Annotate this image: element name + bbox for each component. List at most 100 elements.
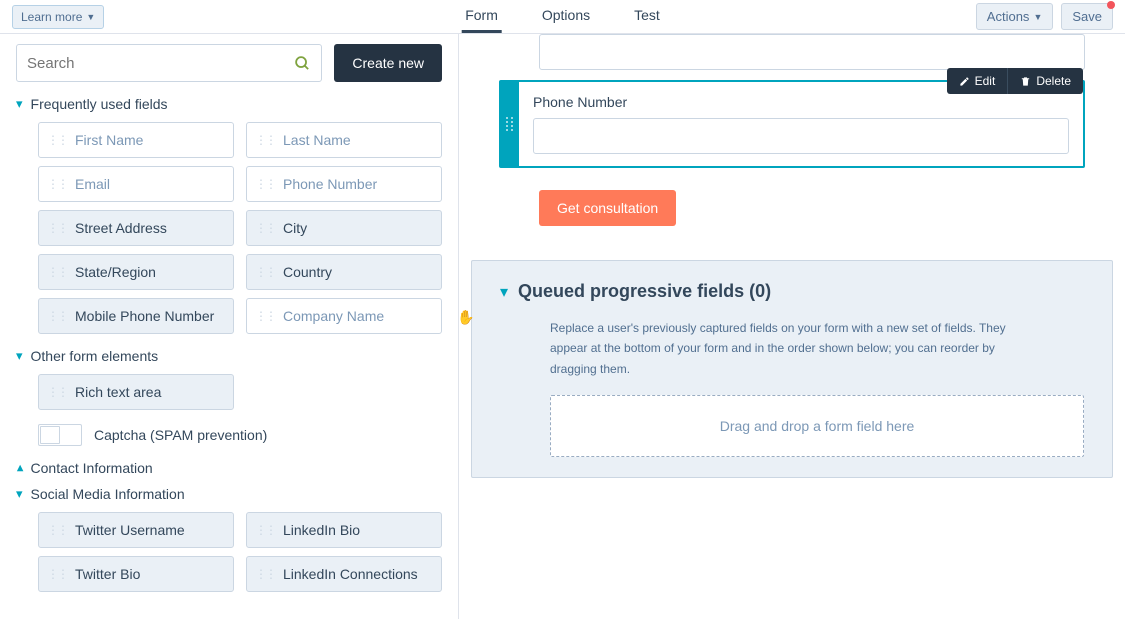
field-chip[interactable]: ⋮⋮First Name bbox=[38, 122, 234, 158]
field-chip[interactable]: ⋮⋮ Twitter Bio bbox=[38, 556, 234, 592]
field-chip-label: Company Name bbox=[283, 308, 384, 324]
field-chip-label: Email bbox=[75, 176, 110, 192]
search-input[interactable] bbox=[27, 55, 294, 72]
field-chip[interactable]: ⋮⋮ State/Region bbox=[38, 254, 234, 290]
create-new-label: Create new bbox=[352, 55, 424, 71]
section-contact-title: Contact Information bbox=[31, 460, 153, 476]
chevron-down-icon: ▾ bbox=[16, 348, 23, 364]
field-chip-label: State/Region bbox=[75, 264, 156, 280]
pencil-icon bbox=[959, 76, 970, 87]
field-chip-label: Twitter Bio bbox=[75, 566, 140, 582]
field-chip-label: LinkedIn Bio bbox=[283, 522, 360, 538]
drag-handle-icon: ⋮⋮ bbox=[47, 265, 67, 279]
actions-label: Actions bbox=[987, 9, 1030, 24]
save-button[interactable]: Save bbox=[1061, 3, 1113, 30]
field-chip[interactable]: ⋮⋮ LinkedIn Bio bbox=[246, 512, 442, 548]
field-chip-label: Mobile Phone Number bbox=[75, 308, 214, 324]
chevron-down-icon: ▾ bbox=[500, 282, 508, 302]
field-chip-label: City bbox=[283, 220, 307, 236]
toggle-knob bbox=[40, 426, 60, 444]
create-new-button[interactable]: Create new bbox=[334, 44, 442, 82]
section-frequent-toggle[interactable]: ▾ Frequently used fields bbox=[16, 96, 442, 112]
submit-button[interactable]: Get consultation bbox=[539, 190, 676, 226]
field-chip[interactable]: ⋮⋮Rich text area bbox=[38, 374, 234, 410]
queued-header[interactable]: ▾ Queued progressive fields (0) bbox=[500, 281, 1084, 302]
drag-handle-icon: ⋮⋮ bbox=[255, 567, 275, 581]
captcha-row: Captcha (SPAM prevention) bbox=[16, 424, 442, 446]
other-fields-grid: ⋮⋮Rich text area bbox=[16, 374, 442, 410]
field-actions: Edit Delete bbox=[947, 68, 1083, 94]
section-frequent-title: Frequently used fields bbox=[31, 96, 168, 112]
field-chip[interactable]: ⋮⋮Last Name bbox=[246, 122, 442, 158]
drag-handle-icon: ⋮⋮ bbox=[255, 265, 275, 279]
trash-icon bbox=[1020, 76, 1031, 87]
chevron-down-icon: ▾ bbox=[16, 486, 23, 502]
delete-label: Delete bbox=[1036, 74, 1071, 88]
tab-options-label: Options bbox=[542, 7, 590, 23]
search-icon bbox=[294, 55, 311, 72]
section-contact-toggle[interactable]: ▸ Contact Information bbox=[16, 460, 442, 476]
field-chip-label: Country bbox=[283, 264, 332, 280]
save-label: Save bbox=[1072, 9, 1102, 24]
queued-title: Queued progressive fields (0) bbox=[518, 281, 771, 302]
drag-handle-icon: ⋮⋮ bbox=[47, 523, 67, 537]
field-chip-label: LinkedIn Connections bbox=[283, 566, 418, 582]
chevron-right-icon: ▸ bbox=[11, 465, 27, 472]
queued-progressive-panel: ▾ Queued progressive fields (0) Replace … bbox=[471, 260, 1113, 478]
previous-form-input[interactable] bbox=[539, 34, 1085, 70]
field-chip[interactable]: ⋮⋮ Email bbox=[38, 166, 234, 202]
field-chip[interactable]: ⋮⋮ City bbox=[246, 210, 442, 246]
field-chip[interactable]: ⋮⋮ Twitter Username bbox=[38, 512, 234, 548]
field-chip[interactable]: ⋮⋮Street Address bbox=[38, 210, 234, 246]
dropzone-label: Drag and drop a form field here bbox=[720, 418, 915, 434]
drag-handle-icon[interactable] bbox=[501, 82, 519, 166]
edit-label: Edit bbox=[975, 74, 996, 88]
field-chip[interactable]: ⋮⋮ Phone Number bbox=[246, 166, 442, 202]
field-chip-label: Twitter Username bbox=[75, 522, 185, 538]
caret-down-icon: ▼ bbox=[86, 12, 95, 22]
search-input-wrap[interactable] bbox=[16, 44, 322, 82]
social-fields-grid: ⋮⋮ Twitter Username ⋮⋮ LinkedIn Bio ⋮⋮ Twitte… bbox=[16, 512, 442, 592]
field-chip[interactable]: ⋮⋮ LinkedIn Connections bbox=[246, 556, 442, 592]
drag-handle-icon: ⋮⋮ bbox=[47, 177, 67, 191]
learn-more-button[interactable]: Learn more ▼ bbox=[12, 5, 104, 29]
form-field-phone[interactable]: Edit Delete Phone Number bbox=[499, 80, 1085, 168]
field-chip[interactable]: ⋮⋮ Country bbox=[246, 254, 442, 290]
delete-field-button[interactable]: Delete bbox=[1008, 68, 1083, 94]
field-chip[interactable]: ⋮⋮Company Name bbox=[246, 298, 442, 334]
top-bar: Learn more ▼ Form Options Test Actions ▼… bbox=[0, 0, 1125, 34]
tab-test-label: Test bbox=[634, 7, 660, 23]
section-other-toggle[interactable]: ▾ Other form elements bbox=[16, 348, 442, 364]
field-body: Phone Number bbox=[519, 82, 1083, 166]
captcha-toggle[interactable] bbox=[38, 424, 82, 446]
frequent-fields-grid: ⋮⋮First Name⋮⋮Last Name⋮⋮Email⋮⋮Phone Nu… bbox=[16, 122, 442, 334]
caret-down-icon: ▼ bbox=[1033, 12, 1042, 22]
tab-form[interactable]: Form bbox=[461, 0, 502, 33]
field-chip-label: First Name bbox=[75, 132, 143, 148]
tab-test[interactable]: Test bbox=[630, 0, 664, 33]
grab-cursor-icon: ✋ bbox=[459, 309, 474, 326]
drag-handle-icon: ⋮⋮ bbox=[47, 309, 67, 323]
section-social-toggle[interactable]: ▾ Social Media Information bbox=[16, 486, 442, 502]
drag-handle-icon: ⋮⋮ bbox=[255, 221, 275, 235]
field-chip-label: Street Address bbox=[75, 220, 167, 236]
drag-handle-icon: ⋮⋮ bbox=[255, 523, 275, 537]
field-chip-label: Phone Number bbox=[283, 176, 377, 192]
edit-field-button[interactable]: Edit bbox=[947, 68, 1009, 94]
top-actions: Actions ▼ Save bbox=[976, 3, 1113, 30]
drag-handle-icon: ⋮⋮ bbox=[47, 567, 67, 581]
learn-more-label: Learn more bbox=[21, 10, 82, 24]
queued-description: Replace a user's previously captured fie… bbox=[550, 318, 1010, 379]
phone-input[interactable] bbox=[533, 118, 1069, 154]
chevron-down-icon: ▾ bbox=[16, 96, 23, 112]
queued-dropzone[interactable]: Drag and drop a form field here bbox=[550, 395, 1084, 457]
unsaved-indicator-icon bbox=[1107, 1, 1115, 9]
sidebar: Create new ▾ Frequently used fields ⋮⋮Fi… bbox=[0, 34, 459, 619]
tab-form-label: Form bbox=[465, 7, 498, 23]
tab-options[interactable]: Options bbox=[538, 0, 594, 33]
drag-handle-icon: ⋮⋮ bbox=[47, 385, 67, 399]
actions-button[interactable]: Actions ▼ bbox=[976, 3, 1054, 30]
section-social-title: Social Media Information bbox=[31, 486, 185, 502]
field-chip[interactable]: ⋮⋮ Mobile Phone Number bbox=[38, 298, 234, 334]
drag-handle-icon: ⋮⋮ bbox=[255, 177, 275, 191]
